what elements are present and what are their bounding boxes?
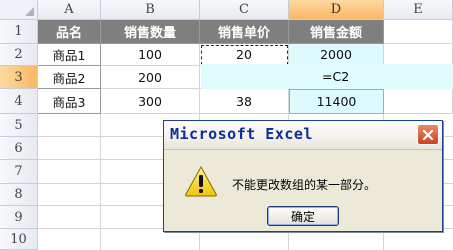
- cell-qty-2[interactable]: 200: [101, 66, 200, 89]
- row-header-2[interactable]: 2: [0, 44, 38, 66]
- row-header-10[interactable]: 10: [0, 229, 38, 250]
- header-cell-name[interactable]: 品名: [38, 20, 101, 44]
- row-header-6[interactable]: 6: [0, 137, 38, 160]
- cell-edit-formula[interactable]: =C2: [201, 64, 453, 89]
- cell-name-2[interactable]: 商品2: [38, 66, 101, 89]
- row-header-9[interactable]: 9: [0, 206, 38, 229]
- cell-name-1[interactable]: 商品1: [38, 44, 101, 66]
- cell-qty-3[interactable]: 300: [101, 89, 200, 114]
- cell-e1[interactable]: [384, 20, 453, 44]
- dialog-titlebar[interactable]: Microsoft Excel: [164, 121, 442, 150]
- alert-dialog: Microsoft Excel 不能更改数组的某一部分。 确定: [163, 120, 443, 232]
- row-header-5[interactable]: 5: [0, 114, 38, 137]
- header-cell-quantity[interactable]: 销售数量: [101, 20, 200, 44]
- header-cell-amount[interactable]: 销售金额: [289, 20, 384, 44]
- cell-amount-1[interactable]: 2000: [289, 44, 384, 66]
- cell-price-1[interactable]: 20: [200, 44, 289, 66]
- cell-e2[interactable]: [384, 44, 453, 66]
- row-header-1[interactable]: 1: [0, 20, 38, 44]
- cell-qty-1[interactable]: 100: [101, 44, 200, 66]
- close-button[interactable]: [417, 124, 439, 145]
- ok-button[interactable]: 确定: [267, 206, 339, 226]
- warning-icon: [184, 165, 218, 197]
- dialog-title: Microsoft Excel: [170, 125, 313, 143]
- cell-e4[interactable]: [384, 89, 453, 114]
- row-header-8[interactable]: 8: [0, 184, 38, 206]
- row-header-4[interactable]: 4: [0, 89, 38, 114]
- close-icon: [422, 129, 434, 141]
- cell-price-3[interactable]: 38: [200, 89, 289, 114]
- row-header-7[interactable]: 7: [0, 160, 38, 184]
- row-header-3[interactable]: 3: [0, 66, 38, 89]
- select-all-corner[interactable]: [0, 0, 38, 20]
- dialog-message: 不能更改数组的某一部分。: [232, 178, 377, 192]
- header-cell-price[interactable]: 销售单价: [200, 20, 289, 44]
- cell-name-3[interactable]: 商品3: [38, 89, 101, 114]
- cell-amount-3[interactable]: 11400: [289, 89, 384, 114]
